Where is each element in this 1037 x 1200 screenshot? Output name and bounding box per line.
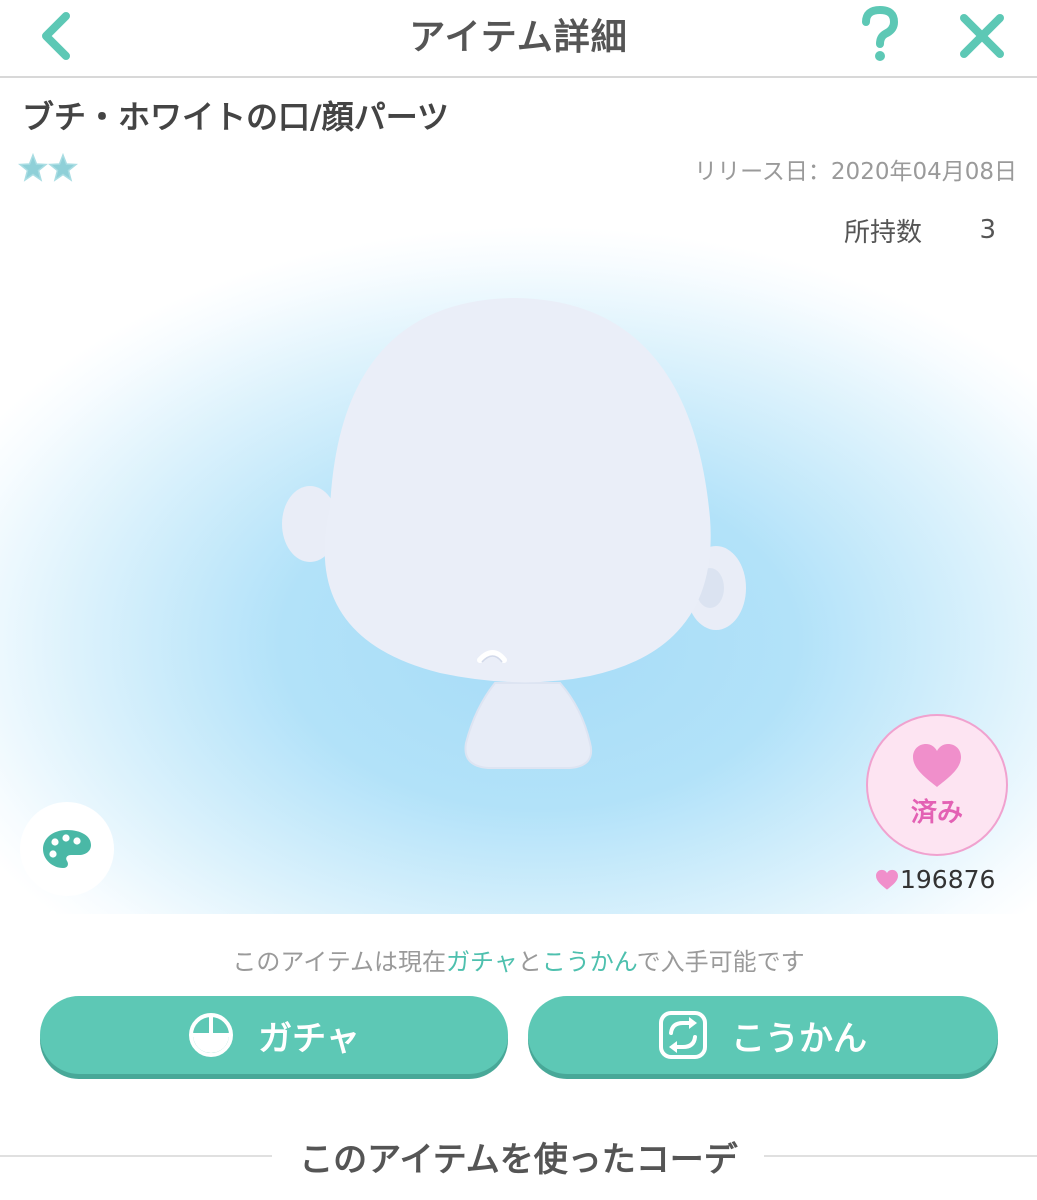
owned-label: 所持数 — [844, 217, 923, 248]
close-icon[interactable] — [952, 6, 1012, 66]
like-button[interactable]: 済み — [866, 714, 1008, 856]
rarity-stars — [18, 152, 79, 182]
palette-icon — [43, 830, 91, 868]
like-status: 済み — [910, 797, 963, 828]
availability-text: このアイテムは現在ガチャとこうかんで入手可能です — [0, 942, 1037, 977]
availability-exchange: こうかん — [541, 948, 637, 976]
avatar-preview — [282, 298, 746, 769]
header-bar: アイテム詳細 — [0, 0, 1037, 78]
item-name: ブチ・ホワイトの口/顔パーツ — [22, 98, 450, 136]
availability-gacha: ガチャ — [446, 948, 518, 976]
section-divider — [764, 1155, 1037, 1157]
gacha-icon — [189, 1013, 234, 1057]
release-date: リリース日：2020年04月08日 — [694, 159, 1017, 185]
like-count-value: 196876 — [900, 865, 996, 894]
owned-count: 3 — [979, 215, 996, 245]
heart-icon — [876, 869, 898, 890]
like-count: 196876 — [874, 865, 995, 894]
question-mark-icon[interactable] — [852, 4, 908, 64]
availability-prefix: このアイテムは現在 — [232, 948, 447, 976]
star-icon — [18, 152, 49, 182]
item-preview: 所持数 3 済み 196876 — [0, 198, 1037, 914]
gacha-button[interactable]: ガチャ — [40, 996, 508, 1074]
exchange-button-label: こうかん — [731, 1018, 867, 1059]
owned-count-badge: 所持数 3 — [824, 210, 1016, 250]
exchange-icon — [659, 1011, 707, 1059]
palette-button[interactable] — [20, 802, 114, 896]
gacha-button-label: ガチャ — [258, 1018, 360, 1059]
exchange-button[interactable]: こうかん — [528, 996, 998, 1074]
star-icon — [47, 152, 79, 182]
availability-and: と — [517, 948, 542, 976]
heart-icon — [913, 743, 961, 787]
availability-suffix: で入手可能です — [636, 948, 805, 976]
